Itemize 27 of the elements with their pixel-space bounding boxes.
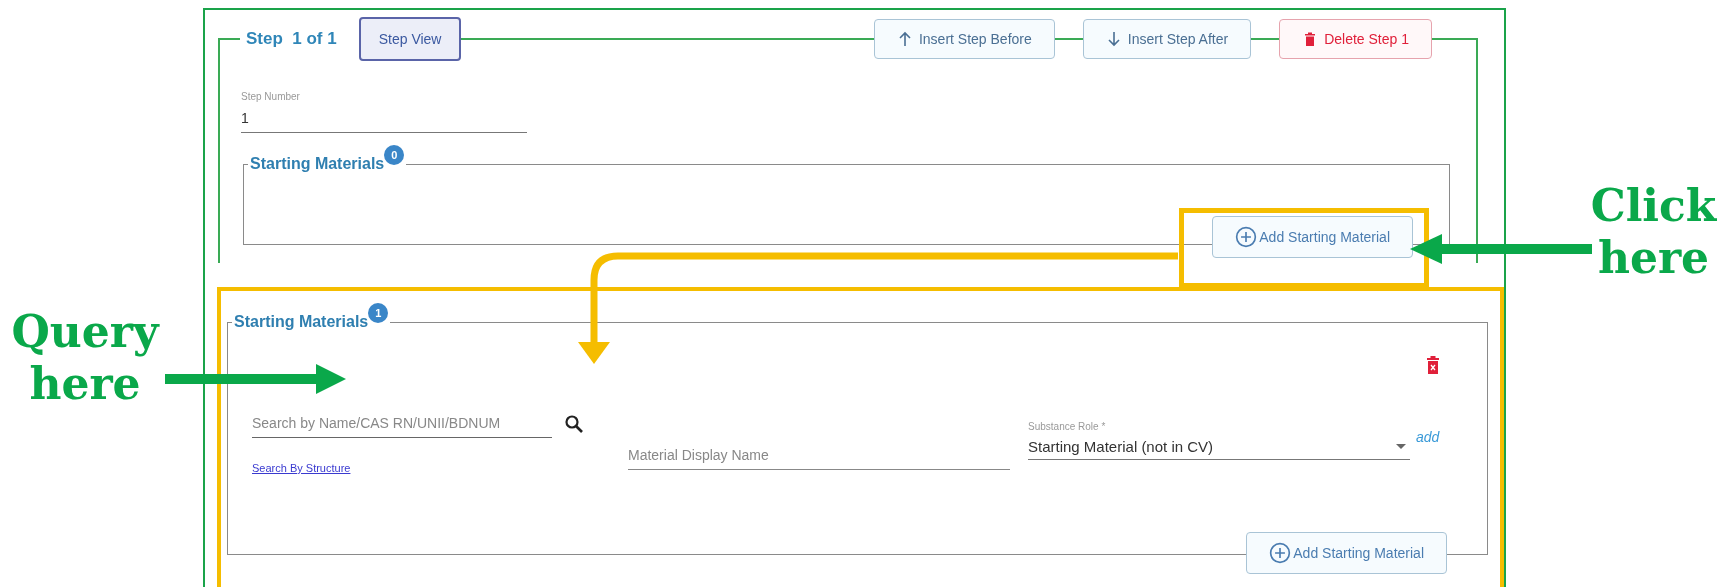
role-select[interactable]: Substance Role * Starting Material (not in CV)	[1028, 421, 1410, 460]
field-label: Substance Role *	[1028, 421, 1107, 432]
step-view-button[interactable]: Step View	[358, 17, 462, 61]
callout-text: here	[29, 358, 141, 410]
count-badge: 0	[384, 145, 405, 165]
callout-text: Click	[1590, 180, 1717, 232]
search-by-structure-link[interactable]: Search By Structure	[252, 462, 584, 474]
callout-text: Query	[11, 306, 159, 358]
callout-text: here	[1597, 232, 1710, 284]
section-title: Starting Materials	[234, 313, 369, 331]
search-icon[interactable]	[564, 413, 584, 434]
arrow-down-icon	[1105, 31, 1122, 47]
trash-icon[interactable]	[1425, 355, 1441, 375]
insert-step-button[interactable]: Insert Step Before	[873, 19, 1055, 59]
count-badge: 1	[368, 303, 389, 323]
step-title: Step 1 of 1	[245, 29, 338, 49]
add-starting-material-button[interactable]: Add Starting Material	[1212, 216, 1413, 258]
add-link[interactable]: add	[1416, 429, 1440, 445]
section-title: Starting Materials	[250, 155, 385, 173]
add-starting-material-button[interactable]: Add Starting Material	[1246, 532, 1447, 574]
plus-circle-icon	[1235, 226, 1258, 248]
plus-circle-icon	[1269, 542, 1292, 564]
insert-step-button[interactable]: Insert Step After	[1082, 19, 1252, 59]
step-number-field[interactable]: Step Number 1	[241, 91, 527, 133]
caret-icon	[1396, 443, 1406, 450]
select-value: Starting Material (not in CV)	[1028, 438, 1214, 455]
delete-step-button[interactable]: Delete Step 1	[1279, 19, 1432, 59]
